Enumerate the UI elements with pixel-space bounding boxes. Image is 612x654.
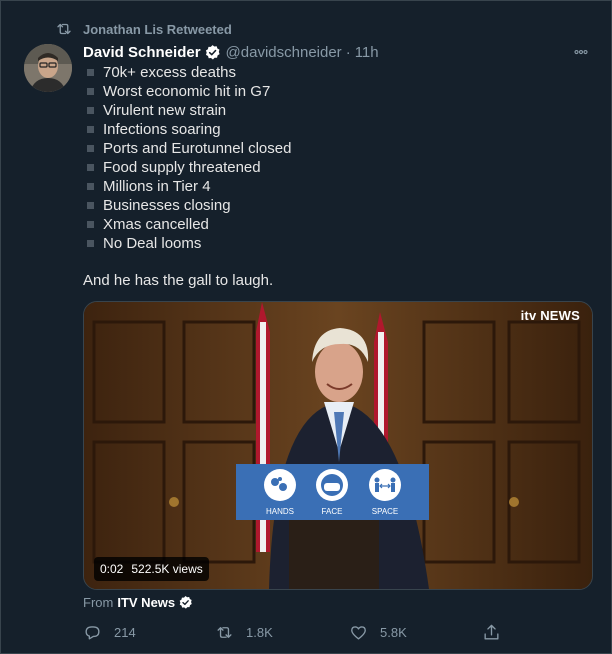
list-item-text: Virulent new strain bbox=[103, 102, 227, 119]
bullet-marker bbox=[87, 69, 94, 76]
video-frame: HANDS FACE SPACE bbox=[84, 302, 592, 589]
retweet-icon bbox=[217, 626, 232, 638]
bullet-marker bbox=[87, 164, 94, 171]
bullet-marker bbox=[87, 240, 94, 247]
retweet-context: Jonathan Lis Retweeted bbox=[55, 20, 232, 38]
reply-icon bbox=[85, 625, 100, 640]
list-item-text: Infections soaring bbox=[103, 121, 221, 138]
list-item-text: Worst economic hit in G7 bbox=[103, 83, 271, 100]
list-item: Worst economic hit in G7 bbox=[87, 82, 291, 101]
share-icon bbox=[484, 624, 499, 640]
list-item: No Deal looms bbox=[87, 234, 291, 253]
retweet-button[interactable]: 1.8K bbox=[215, 623, 349, 642]
video-time: 0:02 bbox=[100, 562, 124, 576]
retweet-label: Jonathan Lis Retweeted bbox=[83, 21, 232, 37]
list-item: Food supply threatened bbox=[87, 158, 291, 177]
list-item: Ports and Eurotunnel closed bbox=[87, 139, 291, 158]
separator-dot: · bbox=[345, 43, 351, 61]
tweet-actions: 214 1.8K 5.8K bbox=[83, 621, 513, 643]
channel-logo: itv NEWS bbox=[520, 308, 580, 323]
reply-count: 214 bbox=[114, 624, 136, 640]
like-count: 5.8K bbox=[380, 624, 407, 640]
video-player[interactable]: HANDS FACE SPACE itv NEWS 0:02 522.5K vi… bbox=[83, 301, 593, 590]
face-mask-icon bbox=[321, 474, 343, 496]
list-item-text: No Deal looms bbox=[103, 235, 202, 252]
list-item: Millions in Tier 4 bbox=[87, 177, 291, 196]
list-item: Businesses closing bbox=[87, 196, 291, 215]
source-prefix: From bbox=[83, 595, 114, 610]
list-item-text: Xmas cancelled bbox=[103, 216, 209, 233]
bullet-marker bbox=[87, 202, 94, 209]
bullet-marker bbox=[87, 183, 94, 190]
tweet-time[interactable]: 11h bbox=[355, 44, 379, 61]
video-views: 522.5K views bbox=[131, 562, 203, 576]
tweet-header: David Schneider @davidschneider · 11h bbox=[83, 42, 379, 62]
list-item: Xmas cancelled bbox=[87, 215, 291, 234]
media-source: From ITV News bbox=[83, 595, 198, 610]
reply-button[interactable]: 214 bbox=[83, 623, 215, 642]
bullet-marker bbox=[87, 107, 94, 114]
more-icon[interactable] bbox=[572, 43, 590, 61]
like-icon bbox=[351, 625, 366, 640]
avatar[interactable] bbox=[24, 44, 72, 92]
like-button[interactable]: 5.8K bbox=[349, 623, 482, 642]
list-item-text: 70k+ excess deaths bbox=[103, 64, 237, 81]
bullet-marker bbox=[87, 221, 94, 228]
list-item: Virulent new strain bbox=[87, 101, 291, 120]
list-item-text: Millions in Tier 4 bbox=[103, 178, 211, 195]
share-button[interactable] bbox=[482, 623, 513, 642]
list-item-text: Food supply threatened bbox=[103, 159, 261, 176]
bullet-marker bbox=[87, 88, 94, 95]
retweet-count: 1.8K bbox=[246, 624, 273, 640]
bullet-marker bbox=[87, 145, 94, 152]
podium-label-hands: HANDS bbox=[266, 507, 294, 516]
source-name[interactable]: ITV News bbox=[117, 595, 175, 610]
verified-badge-icon bbox=[205, 44, 220, 59]
tweet-bullet-list: 70k+ excess deaths Worst economic hit in… bbox=[87, 63, 291, 253]
tweet-closing-text: And he has the gall to laugh. bbox=[83, 272, 274, 289]
tweet-card[interactable]: Jonathan Lis Retweeted David Schneider @… bbox=[0, 0, 612, 654]
video-info-badge: 0:02 522.5K views bbox=[94, 557, 209, 581]
podium-label-space: SPACE bbox=[372, 507, 399, 516]
author-handle[interactable]: @davidschneider bbox=[226, 44, 342, 61]
list-item-text: Ports and Eurotunnel closed bbox=[103, 140, 292, 157]
author-name[interactable]: David Schneider bbox=[83, 44, 201, 61]
verified-badge-icon bbox=[179, 595, 192, 609]
bullet-marker bbox=[87, 126, 94, 133]
list-item-text: Businesses closing bbox=[103, 197, 231, 214]
list-item: Infections soaring bbox=[87, 120, 291, 139]
list-item: 70k+ excess deaths bbox=[87, 63, 291, 82]
retweet-icon bbox=[57, 23, 71, 35]
podium-label-face: FACE bbox=[322, 507, 343, 516]
